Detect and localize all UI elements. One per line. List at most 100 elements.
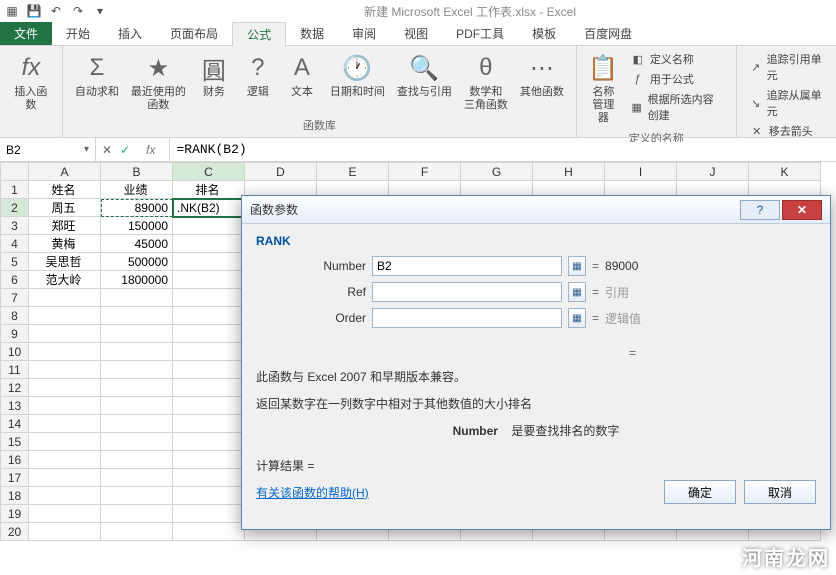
cancel-formula-icon[interactable]: ✕ [102, 143, 112, 157]
name-box-input[interactable] [6, 143, 66, 157]
cell-C3[interactable] [173, 217, 245, 235]
math-trig-button[interactable]: θ数学和 三角函数 [458, 48, 514, 116]
row-header-13[interactable]: 13 [1, 397, 29, 415]
lookup-button[interactable]: 🔍查找与引用 [391, 48, 458, 116]
use-in-formula-button[interactable]: ƒ用于公式 [626, 70, 728, 88]
col-header-C[interactable]: C [173, 163, 245, 181]
tab-baidu[interactable]: 百度网盘 [570, 22, 646, 45]
enter-formula-icon[interactable]: ✓ [120, 143, 130, 157]
cell-C16[interactable] [173, 451, 245, 469]
row-header-15[interactable]: 15 [1, 433, 29, 451]
text-button[interactable]: A文本 [280, 48, 324, 116]
cell-A7[interactable] [29, 289, 101, 307]
cell-A18[interactable] [29, 487, 101, 505]
formula-input[interactable] [170, 142, 836, 157]
row-header-17[interactable]: 17 [1, 469, 29, 487]
cell-C11[interactable] [173, 361, 245, 379]
cell-B17[interactable] [101, 469, 173, 487]
cell-A5[interactable]: 吴思哲 [29, 253, 101, 271]
row-header-19[interactable]: 19 [1, 505, 29, 523]
col-header-B[interactable]: B [101, 163, 173, 181]
cell-B16[interactable] [101, 451, 173, 469]
col-header-H[interactable]: H [533, 163, 605, 181]
cell-B6[interactable]: 1800000 [101, 271, 173, 289]
cell-A2[interactable]: 周五 [29, 199, 101, 217]
tab-template[interactable]: 模板 [518, 22, 570, 45]
row-header-10[interactable]: 10 [1, 343, 29, 361]
cell-C15[interactable] [173, 433, 245, 451]
cell-A6[interactable]: 范大岭 [29, 271, 101, 289]
arg-order-input[interactable] [372, 308, 562, 328]
redo-icon[interactable]: ↷ [70, 3, 86, 19]
row-header-5[interactable]: 5 [1, 253, 29, 271]
cell-A12[interactable] [29, 379, 101, 397]
tab-page-layout[interactable]: 页面布局 [156, 22, 232, 45]
cell-C19[interactable] [173, 505, 245, 523]
row-header-9[interactable]: 9 [1, 325, 29, 343]
row-header-16[interactable]: 16 [1, 451, 29, 469]
cell-B13[interactable] [101, 397, 173, 415]
cell-C9[interactable] [173, 325, 245, 343]
cell-C1[interactable]: 排名 [173, 181, 245, 199]
fx-icon[interactable]: fx [138, 143, 163, 157]
cell-A1[interactable]: 姓名 [29, 181, 101, 199]
cell-A15[interactable] [29, 433, 101, 451]
cell-A16[interactable] [29, 451, 101, 469]
financial-button[interactable]: 圓财务 [192, 48, 236, 116]
dialog-close-button[interactable]: ✕ [782, 200, 822, 220]
create-from-selection-button[interactable]: ▦根据所选内容创建 [626, 90, 728, 124]
cell-A14[interactable] [29, 415, 101, 433]
dialog-help-button[interactable]: ? [740, 200, 780, 220]
col-header-I[interactable]: I [605, 163, 677, 181]
row-header-12[interactable]: 12 [1, 379, 29, 397]
row-header-2[interactable]: 2 [1, 199, 29, 217]
arg-number-input[interactable] [372, 256, 562, 276]
arg-ref-input[interactable] [372, 282, 562, 302]
cell-C18[interactable] [173, 487, 245, 505]
cell-B15[interactable] [101, 433, 173, 451]
row-header-18[interactable]: 18 [1, 487, 29, 505]
cell-C12[interactable] [173, 379, 245, 397]
arg-ref-picker[interactable]: ▦ [568, 282, 586, 302]
col-header-K[interactable]: K [749, 163, 821, 181]
tab-formulas[interactable]: 公式 [232, 22, 286, 46]
cell-B11[interactable] [101, 361, 173, 379]
cell-A17[interactable] [29, 469, 101, 487]
cell-A3[interactable]: 郑旺 [29, 217, 101, 235]
cell-B8[interactable] [101, 307, 173, 325]
row-header-1[interactable]: 1 [1, 181, 29, 199]
arg-number-picker[interactable]: ▦ [568, 256, 586, 276]
cell-A9[interactable] [29, 325, 101, 343]
col-header-E[interactable]: E [317, 163, 389, 181]
dialog-title-bar[interactable]: 函数参数 ? ✕ [242, 196, 830, 224]
tab-review[interactable]: 审阅 [338, 22, 390, 45]
cell-B18[interactable] [101, 487, 173, 505]
cell-B3[interactable]: 150000 [101, 217, 173, 235]
col-header-G[interactable]: G [461, 163, 533, 181]
tab-file[interactable]: 文件 [0, 22, 52, 45]
more-functions-button[interactable]: ⋯其他函数 [514, 48, 570, 116]
cell-B12[interactable] [101, 379, 173, 397]
cell-C14[interactable] [173, 415, 245, 433]
col-header-D[interactable]: D [245, 163, 317, 181]
cell-A11[interactable] [29, 361, 101, 379]
cell-C13[interactable] [173, 397, 245, 415]
tab-view[interactable]: 视图 [390, 22, 442, 45]
row-header-14[interactable]: 14 [1, 415, 29, 433]
tab-pdf[interactable]: PDF工具 [442, 22, 518, 45]
cell-C6[interactable] [173, 271, 245, 289]
date-time-button[interactable]: 🕐日期和时间 [324, 48, 391, 116]
autosum-button[interactable]: Σ自动求和 [69, 48, 125, 116]
cell-A4[interactable]: 黄梅 [29, 235, 101, 253]
ok-button[interactable]: 确定 [664, 480, 736, 504]
arg-order-picker[interactable]: ▦ [568, 308, 586, 328]
cell-C4[interactable] [173, 235, 245, 253]
tab-insert[interactable]: 插入 [104, 22, 156, 45]
trace-dependents-button[interactable]: ↘追踪从属单元 [745, 86, 828, 120]
cell-A13[interactable] [29, 397, 101, 415]
cell-C5[interactable] [173, 253, 245, 271]
cell-B7[interactable] [101, 289, 173, 307]
save-icon[interactable]: 💾 [26, 3, 42, 19]
cell-B19[interactable] [101, 505, 173, 523]
cell-C17[interactable] [173, 469, 245, 487]
